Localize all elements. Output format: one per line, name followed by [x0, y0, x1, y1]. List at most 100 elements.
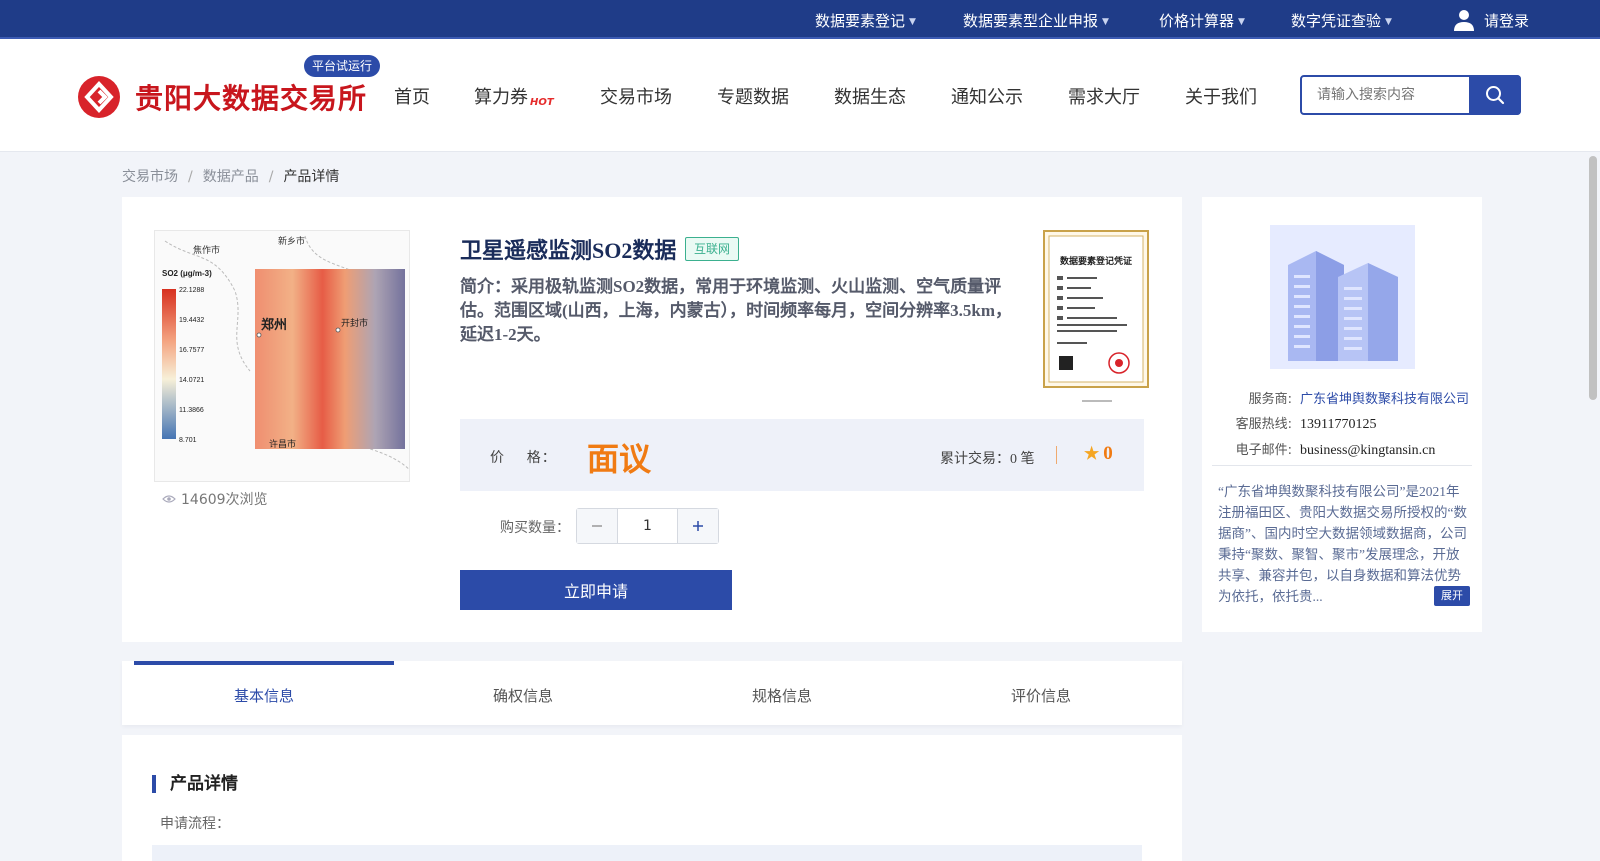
user-icon	[1454, 10, 1474, 31]
topbar-link-label: 数字凭证查验	[1291, 12, 1382, 30]
minus-icon	[592, 525, 602, 527]
search-icon	[1486, 86, 1505, 105]
tab-basic-info[interactable]: 基本信息	[134, 661, 394, 725]
registration-certificate-image[interactable]: 数据要素登记凭证	[1043, 230, 1149, 388]
nav-topic-data[interactable]: 专题数据	[717, 83, 789, 109]
chevron-down-icon: ▼	[1238, 17, 1245, 27]
view-count: 14609次浏览	[162, 489, 268, 509]
product-card: SO2 (μg/m-3) 22.1288 19.4432 16.7577 14.…	[122, 197, 1182, 642]
quantity-label: 购买数量：	[500, 520, 570, 536]
category-tag: 互联网	[685, 237, 740, 261]
quantity-increment-button[interactable]	[677, 509, 718, 543]
page-scrollbar[interactable]	[1586, 152, 1600, 861]
rating: ★ 0	[1084, 443, 1113, 465]
nav-about[interactable]: 关于我们	[1185, 83, 1257, 109]
eye-icon	[162, 495, 176, 503]
breadcrumb-data-products[interactable]: 数据产品	[203, 169, 259, 185]
map-legend-value: 16.7577	[179, 347, 204, 354]
building-icon	[1270, 225, 1415, 369]
topbar-link-price-calculator[interactable]: 价格计算器 ▼	[1159, 10, 1245, 31]
map-city-label: 开封市	[341, 317, 368, 329]
divider	[1056, 446, 1057, 464]
certificate-graphic: 数据要素登记凭证	[1048, 235, 1144, 383]
chevron-down-icon: ▼	[1385, 17, 1392, 27]
hotline-row: 客服热线: 13911770125	[1212, 413, 1377, 433]
price-label: 价 格：	[490, 450, 557, 466]
hot-badge: HOT	[530, 97, 554, 108]
scrollbar-thumb[interactable]	[1589, 156, 1597, 400]
logo-text[interactable]: 贵阳大数据交易所	[135, 77, 367, 117]
map-city-label: 郑州	[261, 317, 287, 333]
price-value: 面议	[587, 440, 652, 478]
search-button[interactable]	[1469, 75, 1521, 115]
map-city-label: 新乡市	[278, 235, 305, 247]
logo-icon[interactable]	[78, 76, 120, 118]
provider-name-link[interactable]: 广东省坤舆数聚科技有限公司	[1300, 392, 1469, 407]
quantity-input[interactable]: 1	[618, 509, 677, 543]
detail-tabs: 基本信息 确权信息 规格信息 评价信息	[122, 661, 1182, 725]
topbar-link-voucher-check[interactable]: 数字凭证查验 ▼	[1291, 10, 1392, 31]
nav-ecosystem[interactable]: 数据生态	[834, 83, 906, 109]
topbar-link-label: 价格计算器	[1159, 12, 1235, 30]
tab-spec-info[interactable]: 规格信息	[652, 661, 912, 725]
tab-ownership-info[interactable]: 确权信息	[393, 661, 653, 725]
breadcrumb-current: 产品详情	[283, 169, 340, 185]
provider-card: 服务商: 广东省坤舆数聚科技有限公司 客服热线: 13911770125 电子邮件:…	[1202, 197, 1482, 632]
hotline-value: 13911770125	[1300, 417, 1377, 432]
map-legend-title: SO2 (μg/m-3)	[162, 269, 212, 278]
section-title: 产品详情	[152, 775, 238, 793]
process-panel	[152, 845, 1142, 861]
quantity-decrement-button[interactable]	[577, 509, 618, 543]
map-city-label: 焦作市	[193, 244, 220, 256]
login-button[interactable]: 请登录	[1452, 7, 1529, 33]
provider-key: 服务商:	[1248, 392, 1292, 407]
nav-market[interactable]: 交易市场	[600, 83, 672, 109]
search-input[interactable]	[1302, 77, 1472, 113]
breadcrumb: 交易市场 / 数据产品 / 产品详情	[122, 166, 339, 186]
star-icon: ★	[1084, 444, 1100, 463]
nav-notices[interactable]: 通知公示	[951, 83, 1023, 109]
divider	[1212, 465, 1472, 466]
product-title: 卫星遥感监测SO2数据	[460, 238, 677, 263]
product-details-section: 产品详情 申请流程：	[122, 735, 1182, 861]
topbar-link-label: 数据要素型企业申报	[963, 12, 1099, 30]
application-process-label: 申请流程：	[160, 816, 230, 832]
breadcrumb-market[interactable]: 交易市场	[122, 169, 178, 185]
map-legend-value: 22.1288	[179, 287, 204, 294]
topbar-link-data-registration[interactable]: 数据要素登记 ▼	[815, 10, 916, 31]
chevron-down-icon: ▼	[909, 17, 916, 27]
product-description: 简介：采用极轨监测SO2数据，常用于环境监测、火山监测、空气质量评估。范围区域(…	[460, 277, 1013, 344]
nav-demand-hall[interactable]: 需求大厅	[1068, 83, 1140, 109]
topbar-link-enterprise-apply[interactable]: 数据要素型企业申报 ▼	[963, 10, 1109, 31]
provider-description-text: “广东省坤舆数聚科技有限公司”是2021年注册福田区、贵阳大数据交易所授权的“数…	[1218, 484, 1467, 604]
trade-count: 累计交易：0 笔	[940, 452, 1035, 467]
view-count-label: 14609次浏览	[181, 492, 268, 508]
quantity-stepper: 1	[576, 508, 719, 544]
email-key: 电子邮件:	[1235, 443, 1292, 458]
trial-badge: 平台试运行	[304, 55, 381, 77]
price-panel: 价 格： 面议 累计交易：0 笔 ★ 0	[460, 419, 1144, 491]
map-city-label: 许昌市	[269, 438, 296, 450]
nav-label: 算力券	[474, 87, 528, 108]
tab-review-info[interactable]: 评价信息	[911, 661, 1171, 725]
topbar-link-label: 数据要素登记	[815, 12, 906, 30]
email-value: business@kingtansin.cn	[1300, 443, 1436, 458]
map-legend-value: 19.4432	[179, 317, 204, 324]
hotline-key: 客服热线:	[1235, 417, 1292, 432]
breadcrumb-separator: /	[188, 169, 193, 185]
provider-image	[1270, 225, 1415, 369]
map-legend-value: 11.3866	[179, 407, 204, 414]
login-label: 请登录	[1484, 11, 1530, 30]
expand-button[interactable]: 展开	[1434, 586, 1470, 606]
email-row: 电子邮件: business@kingtansin.cn	[1212, 439, 1436, 459]
nav-compute-voucher[interactable]: 算力券 HOT	[474, 83, 554, 109]
top-bar: 数据要素登记 ▼ 数据要素型企业申报 ▼ 价格计算器 ▼ 数字凭证查验 ▼ 请登录	[0, 0, 1600, 39]
carousel-indicator[interactable]	[1082, 400, 1112, 402]
certificate-title: 数据要素登记凭证	[1060, 255, 1132, 267]
map-legend-value: 14.0721	[179, 377, 204, 384]
provider-description: “广东省坤舆数聚科技有限公司”是2021年注册福田区、贵阳大数据交易所授权的“数…	[1218, 481, 1470, 607]
nav-home[interactable]: 首页	[394, 83, 430, 109]
product-map-image[interactable]: SO2 (μg/m-3) 22.1288 19.4432 16.7577 14.…	[154, 230, 410, 482]
apply-now-button[interactable]: 立即申请	[460, 570, 732, 610]
breadcrumb-separator: /	[268, 169, 274, 185]
